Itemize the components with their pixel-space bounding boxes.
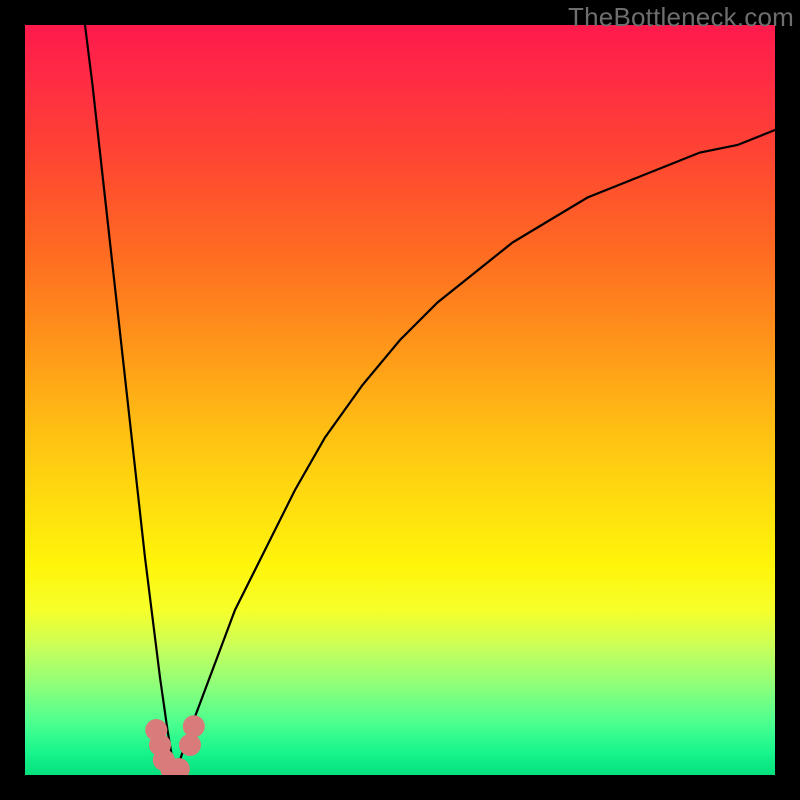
bottleneck-marker <box>153 749 175 771</box>
bottleneck-marker <box>160 758 182 775</box>
bottleneck-marker-cluster <box>145 715 205 775</box>
bottleneck-marker <box>168 758 190 775</box>
left-branch-curve <box>85 25 175 775</box>
bottleneck-marker <box>145 719 167 741</box>
bottleneck-marker <box>179 734 201 756</box>
chart-overlay <box>25 25 775 775</box>
right-branch-curve <box>175 130 775 775</box>
chart-frame: TheBottleneck.com <box>0 0 800 800</box>
bottleneck-marker <box>149 734 171 756</box>
watermark-text: TheBottleneck.com <box>568 2 794 33</box>
plot-area <box>25 25 775 775</box>
bottleneck-marker <box>183 715 205 737</box>
